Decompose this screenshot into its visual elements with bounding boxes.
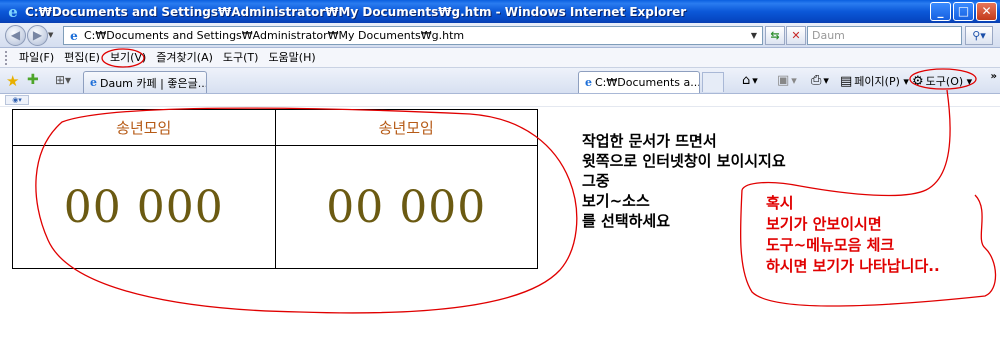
page-icon: e [70, 28, 78, 43]
tab-current-document[interactable]: e C:₩Documents a... ✕ [578, 71, 700, 93]
red-note-line: 도구~메뉴모음 체크 [766, 236, 895, 254]
tab-page-icon: e [585, 76, 592, 89]
forward-button[interactable]: ▶ [27, 25, 48, 46]
address-field[interactable]: e C:₩Documents and Settings₩Administrato… [63, 26, 763, 45]
add-favorite-icon[interactable]: ✚ [27, 72, 39, 88]
page-menu-label: 페이지(P) [854, 75, 900, 88]
menu-view[interactable]: 보기(V) [105, 49, 151, 67]
instruction-text: 작업한 문서가 뜨면서 윗쪽으로 인터넷창이 보이시지요 그중 보기~소스 를 … [582, 131, 786, 231]
tools-menu-button[interactable]: ⚙ 도구(O) ▾ [912, 73, 972, 89]
home-button[interactable]: ⌂ ▾ [742, 73, 758, 88]
feed-icon: ▣ [777, 73, 790, 88]
menu-tools[interactable]: 도구(T) [218, 49, 264, 67]
search-input[interactable]: Daum [807, 26, 962, 45]
instruction-line: 보기~소스 [582, 192, 650, 210]
search-icon: ⚲▾ [972, 29, 986, 42]
minimize-button[interactable]: _ [930, 2, 951, 21]
favorites-star-icon[interactable]: ★ [6, 72, 19, 90]
stop-button[interactable]: ✕ [786, 26, 806, 45]
table-header-cell: 송년모임 [12, 109, 276, 146]
tab-page-icon: e [90, 76, 97, 89]
close-button[interactable]: ✕ [976, 2, 997, 21]
more-chevron-icon[interactable]: » [991, 71, 997, 82]
refresh-button[interactable]: ⇆ [765, 26, 785, 45]
feeds-button[interactable]: ▣ ▾ [777, 73, 797, 88]
tab-label: C:₩Documents a... [595, 76, 700, 89]
menu-help[interactable]: 도움말(H) [263, 49, 320, 67]
address-dropdown-icon[interactable]: ▼ [747, 28, 761, 43]
print-button[interactable]: ⎙ ▾ [811, 73, 829, 88]
instruction-line: 윗쪽으로 인터넷창이 보이시지요 [582, 152, 786, 170]
tab-daum-cafe[interactable]: e Daum 카페 | 좋은글... [83, 71, 207, 93]
red-note-line: 하시면 보기가 나타납니다.. [766, 257, 940, 275]
back-arrow-icon: ◀ [10, 28, 21, 42]
event-table: 송년모임 송년모임 00 000 00 000 [12, 109, 538, 269]
table-header-cell: 송년모임 [274, 109, 538, 146]
printer-icon: ⎙ [811, 73, 822, 88]
menu-favorites[interactable]: 즐겨찾기(A) [151, 49, 218, 67]
ie-logo-icon: e [8, 2, 18, 21]
maximize-button[interactable]: □ [953, 2, 974, 21]
gear-icon: ⚙ [912, 73, 924, 89]
table-value-cell: 00 000 [274, 145, 538, 269]
instruction-line: 작업한 문서가 뜨면서 [582, 132, 717, 150]
instruction-line: 그중 [582, 172, 610, 190]
red-note-line: 보기가 안보이시면 [766, 215, 882, 233]
address-url[interactable]: C:₩Documents and Settings₩Administrator₩… [84, 29, 464, 42]
home-icon: ⌂ [742, 73, 751, 88]
page-content: 송년모임 송년모임 00 000 00 000 작업한 문서가 뜨면서 윗쪽으로… [0, 107, 1000, 337]
page-control-icon[interactable]: ◉▾ [5, 95, 29, 105]
menu-bar: 파일(F) 편집(E) 보기(V) 즐겨찾기(A) 도구(T) 도움말(H) [0, 48, 1000, 68]
address-toolbar: ◀ ▶ ▼ e C:₩Documents and Settings₩Admini… [0, 23, 1000, 48]
instruction-line: 를 선택하세요 [582, 212, 671, 230]
page-strip: ◉▾ [0, 94, 1000, 107]
new-tab-button[interactable] [702, 72, 724, 92]
history-dropdown-icon[interactable]: ▼ [48, 31, 53, 39]
red-note-line: 혹시 [766, 194, 794, 212]
tab-label: Daum 카페 | 좋은글... [100, 76, 207, 90]
search-button[interactable]: ⚲▾ [965, 26, 993, 45]
page-menu-button[interactable]: ▤ 페이지(P) ▾ [840, 73, 909, 89]
toolbar-grip [5, 50, 8, 65]
quick-tabs-icon[interactable]: ⊞▾ [55, 73, 71, 87]
window-controls: _ □ ✕ [930, 2, 997, 21]
forward-arrow-icon: ▶ [32, 28, 43, 42]
table-value-cell: 00 000 [12, 145, 276, 269]
window-title: C:₩Documents and Settings₩Administrator₩… [25, 4, 687, 19]
back-button[interactable]: ◀ [5, 25, 26, 46]
stop-icon: ✕ [791, 29, 801, 42]
menu-file[interactable]: 파일(F) [14, 49, 59, 67]
tools-menu-label: 도구(O) [925, 75, 964, 88]
red-note: 혹시 보기가 안보이시면 도구~메뉴모음 체크 하시면 보기가 나타납니다.. [766, 193, 940, 277]
menu-edit[interactable]: 편집(E) [59, 49, 105, 67]
refresh-icon: ⇆ [770, 29, 780, 42]
title-bar: e C:₩Documents and Settings₩Administrato… [0, 0, 1000, 23]
page-icon: ▤ [840, 73, 853, 89]
tab-toolbar: ★ ✚ ⊞▾ e Daum 카페 | 좋은글... e C:₩Documents… [0, 68, 1000, 94]
